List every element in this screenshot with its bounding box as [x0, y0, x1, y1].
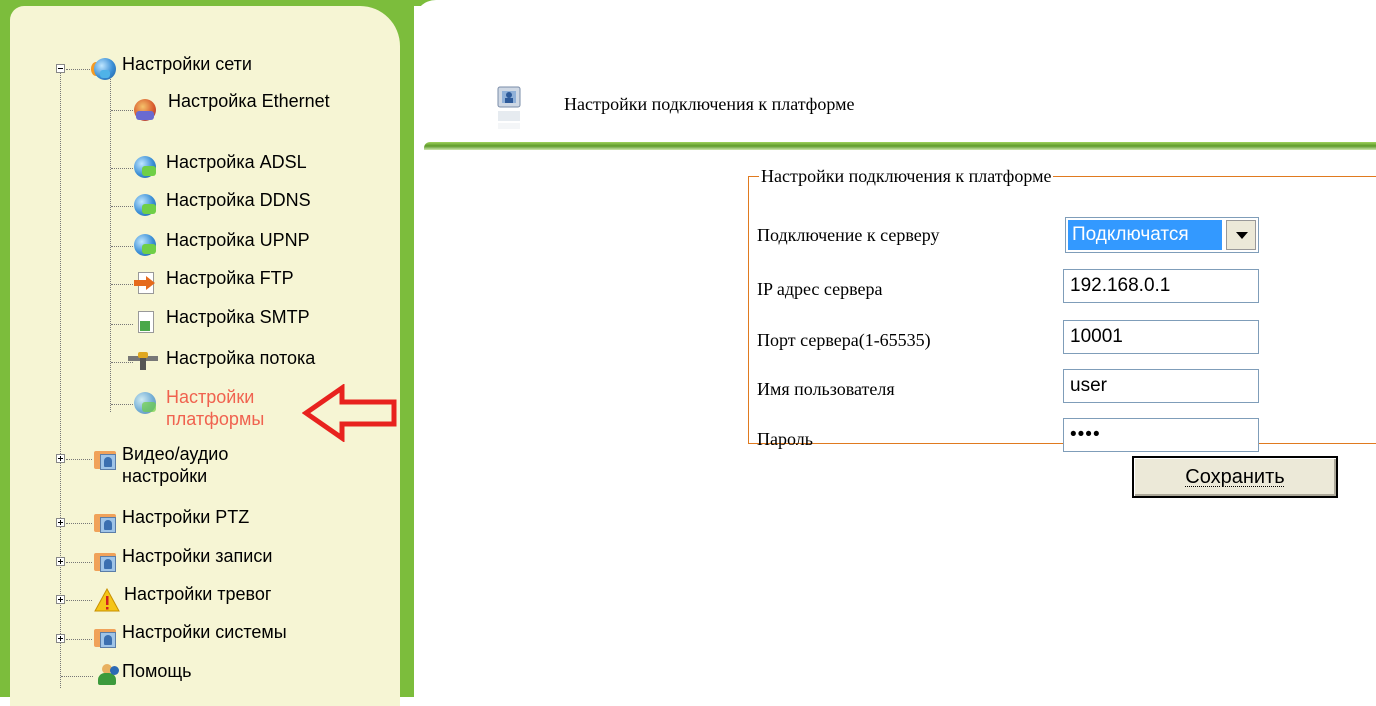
- collapse-toggle[interactable]: [56, 64, 65, 73]
- username-label: Имя пользователя: [757, 379, 895, 399]
- main-content: Настройки подключения к платформе Настро…: [414, 0, 1376, 697]
- header-divider: [424, 142, 1376, 150]
- port-label: Порт сервера(1-65535): [757, 330, 931, 350]
- sidebar-item-record[interactable]: Настройки записи: [122, 545, 272, 567]
- page-title: Настройки подключения к платформе: [564, 94, 855, 114]
- sidebar-item-adsl[interactable]: Настройка ADSL: [166, 151, 307, 173]
- save-button[interactable]: Сохранить: [1132, 456, 1338, 498]
- connection-label: Подключение к серверу: [757, 225, 940, 245]
- globe-icon: [134, 392, 158, 414]
- password-input[interactable]: ••••: [1063, 418, 1259, 452]
- expand-toggle[interactable]: [56, 518, 65, 527]
- sidebar-item-network[interactable]: Настройки сети: [122, 53, 252, 75]
- port-input[interactable]: 10001: [1063, 320, 1259, 354]
- connection-select-value: Подключатся: [1068, 220, 1222, 250]
- folder-icon: [94, 626, 118, 648]
- settings-tree: Настройки сети Настройка Ethernet Настро…: [10, 6, 400, 697]
- connection-select[interactable]: Подключатся: [1065, 217, 1259, 253]
- sidebar-item-ethernet[interactable]: Настройка Ethernet: [168, 90, 338, 112]
- fieldset-legend: Настройки подключения к платформе: [761, 166, 1052, 186]
- expand-toggle[interactable]: [56, 454, 65, 463]
- platform-settings-fieldset: Настройки подключения к платформе Подклю…: [748, 166, 1376, 452]
- sidebar-item-ftp[interactable]: Настройка FTP: [166, 267, 294, 289]
- expand-toggle[interactable]: [56, 595, 65, 604]
- sidebar-item-help[interactable]: Помощь: [122, 660, 192, 682]
- sidebar-item-stream[interactable]: Настройка потока: [166, 347, 315, 369]
- ftp-arrow-icon: [134, 272, 158, 294]
- sidebar-item-ddns[interactable]: Настройка DDNS: [166, 189, 311, 211]
- sidebar-panel: Настройки сети Настройка Ethernet Настро…: [10, 6, 400, 706]
- folder-icon: [94, 511, 118, 533]
- expand-toggle[interactable]: [56, 634, 65, 643]
- ip-label: IP адрес сервера: [757, 279, 883, 299]
- password-label: Пароль: [757, 429, 813, 449]
- globe-icon: [134, 156, 158, 178]
- smtp-icon: [134, 311, 158, 333]
- help-icon: [98, 664, 122, 686]
- network-globe-icon: [91, 58, 118, 80]
- username-input[interactable]: user: [1063, 369, 1259, 403]
- sidebar-item-smtp[interactable]: Настройка SMTP: [166, 306, 310, 328]
- warning-icon: [94, 587, 120, 612]
- ip-address-input[interactable]: 192.168.0.1: [1063, 269, 1259, 303]
- sidebar-item-upnp[interactable]: Настройка UPNP: [166, 229, 310, 251]
- folder-icon: [94, 550, 118, 572]
- globe-icon: [134, 234, 158, 256]
- sidebar-item-platform[interactable]: Настройки платформы: [166, 386, 306, 430]
- sidebar: Настройки сети Настройка Ethernet Настро…: [0, 0, 414, 706]
- annotation-arrow-icon: [302, 384, 397, 442]
- expand-toggle[interactable]: [56, 557, 65, 566]
- sidebar-item-alarm[interactable]: Настройки тревог: [124, 583, 271, 605]
- folder-icon: [94, 448, 118, 470]
- globe-icon: [134, 194, 158, 216]
- sidebar-item-system[interactable]: Настройки системы: [122, 621, 287, 643]
- tree-line: [110, 70, 111, 412]
- stream-icon: [128, 352, 158, 374]
- sidebar-item-ptz[interactable]: Настройки PTZ: [122, 506, 249, 528]
- sidebar-item-video-audio[interactable]: Видео/аудио настройки: [122, 443, 292, 487]
- save-button-label: Сохранить: [1185, 465, 1285, 488]
- ethernet-icon: [134, 99, 158, 121]
- chevron-down-icon[interactable]: [1226, 220, 1256, 250]
- platform-settings-icon: [496, 85, 524, 133]
